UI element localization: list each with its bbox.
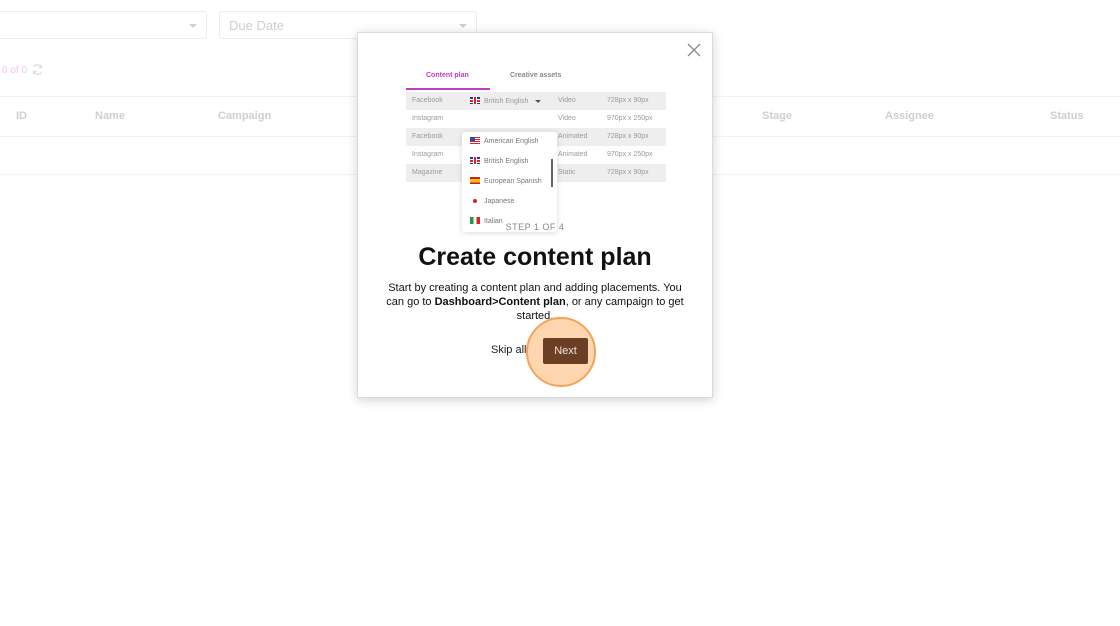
row-format: Static bbox=[558, 169, 576, 176]
skip-all-button[interactable]: Skip all bbox=[491, 344, 526, 356]
active-tab-indicator bbox=[406, 88, 490, 90]
column-header-assignee[interactable]: Assignee bbox=[885, 110, 934, 122]
row-format: Video bbox=[558, 115, 576, 122]
language-option: American English bbox=[470, 137, 538, 145]
refresh-icon[interactable] bbox=[31, 63, 44, 76]
us-flag-icon bbox=[470, 137, 480, 144]
modal-title: Create content plan bbox=[418, 243, 652, 271]
column-header-stage[interactable]: Stage bbox=[762, 110, 792, 122]
chevron-down-icon bbox=[459, 24, 467, 28]
dropdown-scrollbar bbox=[551, 159, 553, 187]
language-option-label: American English bbox=[484, 138, 539, 145]
row-size: 728px x 90px bbox=[607, 133, 649, 140]
language-option-label: Japanese bbox=[484, 198, 515, 205]
language-option: Japanese bbox=[470, 197, 514, 205]
tab-content-plan: Content plan bbox=[426, 72, 469, 79]
row-size: 728px x 90px bbox=[607, 97, 649, 104]
row-channel: Instagram bbox=[412, 151, 444, 158]
next-button[interactable]: Next bbox=[543, 338, 588, 364]
row-channel: Facebook bbox=[412, 97, 443, 104]
column-header-name[interactable]: Name bbox=[95, 110, 125, 122]
language-value: British English bbox=[484, 98, 529, 105]
row-size: 970px x 250px bbox=[607, 151, 653, 158]
close-icon[interactable] bbox=[687, 43, 701, 57]
row-format: Animated bbox=[558, 133, 588, 140]
chevron-down-icon bbox=[535, 99, 542, 103]
column-header-id[interactable]: ID bbox=[16, 110, 27, 122]
row-channel: Instagram bbox=[412, 115, 444, 122]
description-path: Dashboard>Content plan bbox=[434, 296, 566, 308]
language-option: British English bbox=[470, 157, 528, 165]
content-plan-preview: Content plan Creative assets Facebook Br… bbox=[406, 69, 666, 232]
preview-tabs: Content plan Creative assets bbox=[406, 69, 666, 91]
column-header-status[interactable]: Status bbox=[1050, 110, 1084, 122]
step-indicator: STEP 1 OF 4 bbox=[505, 222, 565, 232]
row-channel: Facebook bbox=[412, 133, 443, 140]
row-channel: Magazine bbox=[412, 169, 443, 176]
onboarding-modal: Content plan Creative assets Facebook Br… bbox=[357, 32, 713, 398]
chevron-down-icon bbox=[189, 24, 197, 28]
language-dropdown: American English British English Europea… bbox=[462, 132, 557, 232]
row-size: 728px x 90px bbox=[607, 169, 649, 176]
preview-row: Facebook British English Video 728px x 9… bbox=[406, 92, 666, 110]
column-header-campaign[interactable]: Campaign bbox=[218, 110, 271, 122]
language-select: British English bbox=[470, 97, 542, 105]
uk-flag-icon bbox=[470, 97, 480, 104]
due-date-placeholder: Due Date bbox=[229, 18, 284, 33]
pagination-count: 0 of 0 bbox=[2, 65, 28, 76]
preview-row: Instagram Video 970px x 250px bbox=[406, 110, 666, 128]
language-option-label: British English bbox=[484, 158, 529, 165]
language-option: European Spanish bbox=[470, 177, 542, 185]
filter-select[interactable] bbox=[0, 11, 207, 39]
row-format: Video bbox=[558, 97, 576, 104]
modal-description: Start by creating a content plan and add… bbox=[386, 281, 684, 323]
tab-creative-assets: Creative assets bbox=[510, 72, 562, 79]
jp-flag-icon bbox=[470, 197, 480, 204]
row-format: Animated bbox=[558, 151, 588, 158]
es-flag-icon bbox=[470, 177, 480, 184]
row-size: 970px x 250px bbox=[607, 115, 653, 122]
uk-flag-icon bbox=[470, 157, 480, 164]
language-option-label: European Spanish bbox=[484, 178, 542, 185]
